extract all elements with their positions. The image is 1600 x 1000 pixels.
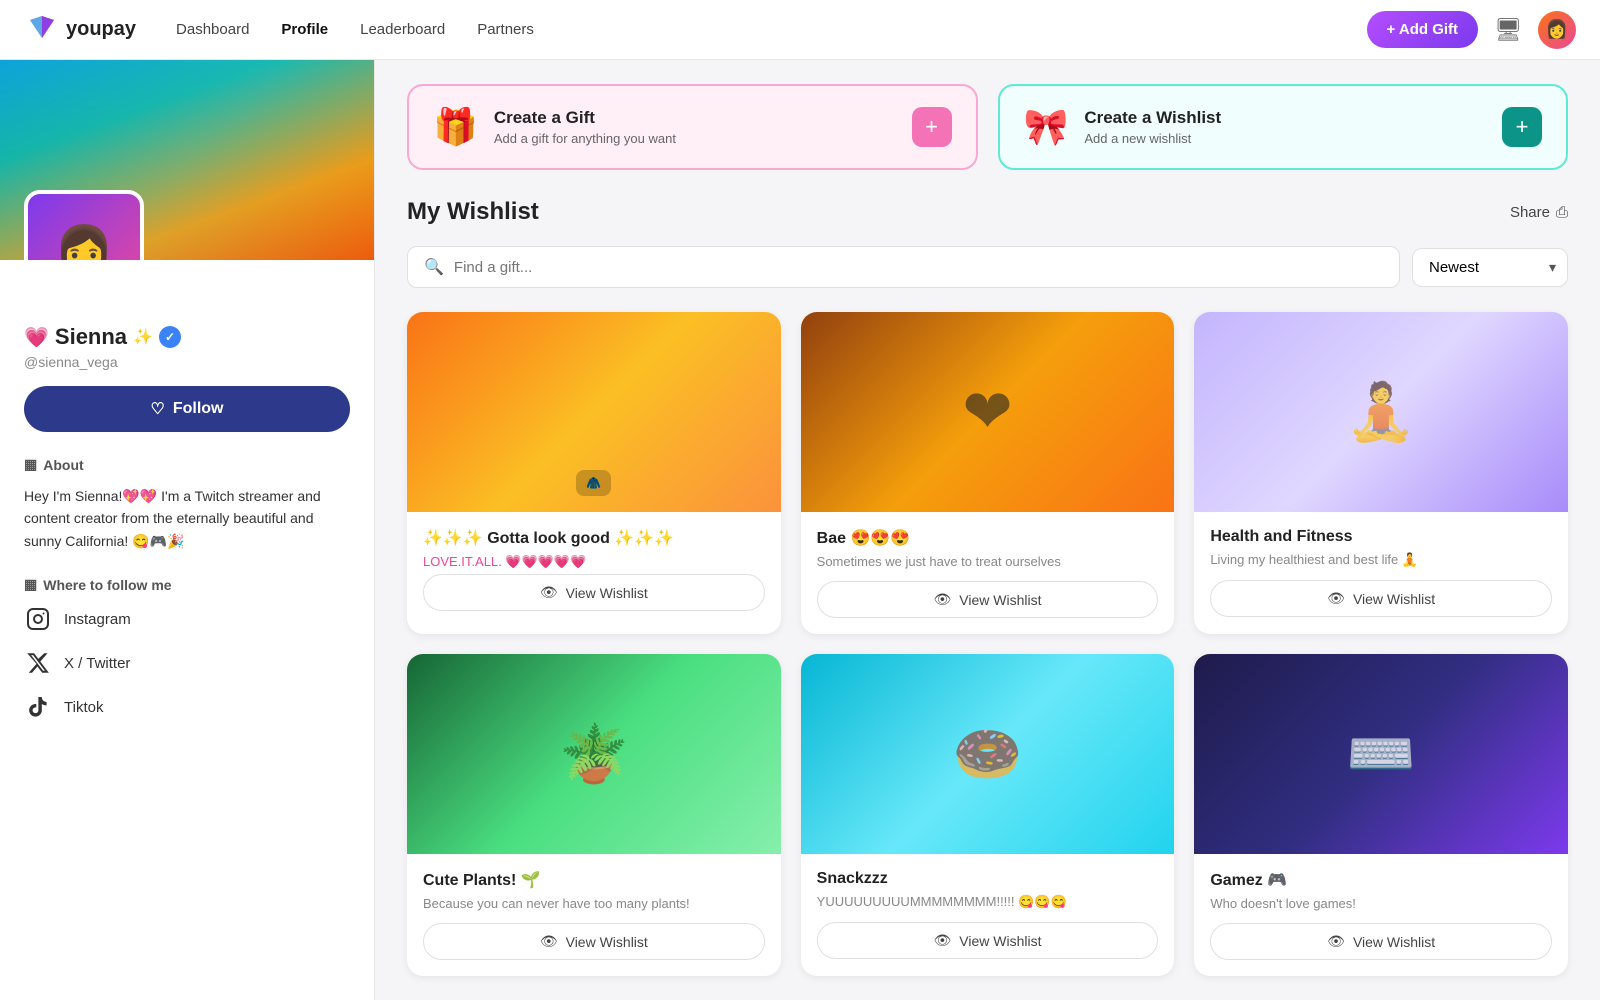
card-body: Bae 😍😍😍 Sometimes we just have to treat … bbox=[801, 512, 1175, 634]
search-icon: 🔍 bbox=[424, 257, 444, 277]
card-title: Cute Plants! 🌱 bbox=[423, 870, 765, 890]
share-button[interactable]: Share ⎙ bbox=[1510, 204, 1568, 221]
social-instagram[interactable]: Instagram bbox=[24, 605, 350, 633]
wishlist-header: My Wishlist Share ⎙ bbox=[407, 198, 1568, 226]
wishlist-title: My Wishlist bbox=[407, 198, 539, 226]
card-image-plants: 🪴 bbox=[407, 654, 781, 854]
sparkle-icon: ✨ bbox=[133, 327, 153, 347]
nav-profile[interactable]: Profile bbox=[281, 21, 328, 38]
create-gift-button[interactable]: + bbox=[912, 107, 952, 147]
about-text: Hey I'm Sienna!💖💖 I'm a Twitch streamer … bbox=[24, 485, 350, 552]
social-list: Instagram X / Twitter bbox=[24, 605, 350, 721]
nav-dashboard[interactable]: Dashboard bbox=[176, 21, 249, 38]
create-wishlist-text: Create a Wishlist Add a new wishlist bbox=[1084, 108, 1221, 146]
sidebar: 👩 ⊞ 💗 Sienna ✨ ✓ @sienna_vega ♡ Follow ▦… bbox=[0, 60, 375, 1000]
card-title: ✨✨✨ Gotta look good ✨✨✨ bbox=[423, 528, 765, 548]
card-desc: Sometimes we just have to treat ourselve… bbox=[817, 554, 1159, 569]
eye-icon: 👁 bbox=[540, 584, 558, 601]
logo[interactable]: youpay bbox=[24, 12, 136, 48]
card-desc: Living my healthiest and best life 🧘 bbox=[1210, 552, 1552, 568]
main-content: 🎁 Create a Gift Add a gift for anything … bbox=[375, 60, 1600, 1000]
card-subtitle: LOVE.IT.ALL. 💗💗💗💗💗 bbox=[423, 554, 765, 570]
about-label: ▦ About bbox=[24, 456, 350, 473]
share-icon: ⎙ bbox=[1556, 204, 1568, 221]
social-twitter[interactable]: X / Twitter bbox=[24, 649, 350, 677]
view-wishlist-button[interactable]: 👁 View Wishlist bbox=[817, 922, 1159, 959]
avatar[interactable]: 👩 bbox=[1538, 11, 1576, 49]
list-item: 🧥 ✨✨✨ Gotta look good ✨✨✨ LOVE.IT.ALL. 💗… bbox=[407, 312, 781, 634]
card-desc: Who doesn't love games! bbox=[1210, 896, 1552, 911]
nav-right: + Add Gift 🖥 👩 bbox=[1367, 11, 1576, 49]
nav-links: Dashboard Profile Leaderboard Partners bbox=[176, 21, 534, 38]
card-title: Bae 😍😍😍 bbox=[817, 528, 1159, 548]
view-wishlist-button[interactable]: 👁 View Wishlist bbox=[1210, 580, 1552, 617]
user-handle: @sienna_vega bbox=[24, 354, 350, 370]
card-desc: YUUUUUUUUUMMMMMMMM!!!!! 😋😋😋 bbox=[817, 894, 1159, 910]
eye-icon: 👁 bbox=[1327, 933, 1345, 950]
gift-icon: 🎁 bbox=[433, 106, 478, 148]
nav-leaderboard[interactable]: Leaderboard bbox=[360, 21, 445, 38]
card-title: Health and Fitness bbox=[1210, 528, 1552, 546]
create-gift-text: Create a Gift Add a gift for anything yo… bbox=[494, 108, 676, 146]
card-body: Health and Fitness Living my healthiest … bbox=[1194, 512, 1568, 633]
card-title: Snackzzz bbox=[817, 870, 1159, 888]
view-wishlist-button[interactable]: 👁 View Wishlist bbox=[423, 574, 765, 611]
list-item: 🪴 Cute Plants! 🌱 Because you can never h… bbox=[407, 654, 781, 976]
create-wishlist-card[interactable]: 🎀 Create a Wishlist Add a new wishlist + bbox=[998, 84, 1569, 170]
eye-icon: 👁 bbox=[934, 591, 952, 608]
nav-partners[interactable]: Partners bbox=[477, 21, 534, 38]
card-body: Gamez 🎮 Who doesn't love games! 👁 View W… bbox=[1194, 854, 1568, 976]
search-box: 🔍 bbox=[407, 246, 1400, 288]
card-image-gotta-look-good: 🧥 bbox=[407, 312, 781, 512]
instagram-icon bbox=[24, 605, 52, 633]
bars-icon-2: ▦ bbox=[24, 576, 37, 593]
view-wishlist-button[interactable]: 👁 View Wishlist bbox=[1210, 923, 1552, 960]
social-tiktok[interactable]: Tiktok bbox=[24, 693, 350, 721]
view-wishlist-button[interactable]: 👁 View Wishlist bbox=[817, 581, 1159, 618]
follow-button[interactable]: ♡ Follow bbox=[24, 386, 350, 432]
logo-text: youpay bbox=[66, 18, 136, 41]
sidebar-info: 💗 Sienna ✨ ✓ @sienna_vega ♡ Follow ▦ Abo… bbox=[0, 260, 374, 761]
eye-icon: 👁 bbox=[540, 933, 558, 950]
cover-image: 👩 ⊞ bbox=[0, 60, 374, 260]
sort-select[interactable]: Newest Oldest Price: Low-High Price: Hig… bbox=[1412, 248, 1568, 287]
eye-icon: 👁 bbox=[934, 932, 952, 949]
action-cards: 🎁 Create a Gift Add a gift for anything … bbox=[407, 84, 1568, 170]
navbar: youpay Dashboard Profile Leaderboard Par… bbox=[0, 0, 1600, 60]
card-body: Cute Plants! 🌱 Because you can never hav… bbox=[407, 854, 781, 976]
create-gift-card[interactable]: 🎁 Create a Gift Add a gift for anything … bbox=[407, 84, 978, 170]
add-gift-button[interactable]: + Add Gift bbox=[1367, 11, 1479, 48]
card-body: ✨✨✨ Gotta look good ✨✨✨ LOVE.IT.ALL. 💗💗💗… bbox=[407, 512, 781, 627]
monitor-icon[interactable]: 🖥 bbox=[1494, 17, 1522, 43]
card-title: Gamez 🎮 bbox=[1210, 870, 1552, 890]
sort-wrapper: Newest Oldest Price: Low-High Price: Hig… bbox=[1412, 246, 1568, 288]
x-twitter-icon bbox=[24, 649, 52, 677]
wishlist-icon: 🎀 bbox=[1024, 106, 1069, 148]
card-image-health: 🧘 bbox=[1194, 312, 1568, 512]
user-name: 💗 Sienna ✨ ✓ bbox=[24, 324, 350, 350]
list-item: 🧘 Health and Fitness Living my healthies… bbox=[1194, 312, 1568, 634]
search-sort: 🔍 Newest Oldest Price: Low-High Price: H… bbox=[407, 246, 1568, 288]
create-wishlist-button[interactable]: + bbox=[1502, 107, 1542, 147]
card-image-bae: ❤ bbox=[801, 312, 1175, 512]
bars-icon: ▦ bbox=[24, 456, 37, 473]
card-body: Snackzzz YUUUUUUUUUMMMMMMMM!!!!! 😋😋😋 👁 V… bbox=[801, 854, 1175, 975]
where-label: ▦ Where to follow me bbox=[24, 576, 350, 593]
card-image-games: ⌨️ bbox=[1194, 654, 1568, 854]
profile-picture: 👩 ⊞ bbox=[24, 190, 144, 260]
heart-icon: 💗 bbox=[24, 325, 49, 350]
eye-icon: 👁 bbox=[1327, 590, 1345, 607]
heart-follow-icon: ♡ bbox=[151, 399, 165, 419]
tiktok-icon bbox=[24, 693, 52, 721]
view-wishlist-button[interactable]: 👁 View Wishlist bbox=[423, 923, 765, 960]
card-image-snacks: 🍩 bbox=[801, 654, 1175, 854]
list-item: 🍩 Snackzzz YUUUUUUUUUMMMMMMMM!!!!! 😋😋😋 👁… bbox=[801, 654, 1175, 976]
search-input[interactable] bbox=[454, 259, 1383, 276]
list-item: ❤ Bae 😍😍😍 Sometimes we just have to trea… bbox=[801, 312, 1175, 634]
list-item: ⌨️ Gamez 🎮 Who doesn't love games! 👁 Vie… bbox=[1194, 654, 1568, 976]
wishlist-grid: 🧥 ✨✨✨ Gotta look good ✨✨✨ LOVE.IT.ALL. 💗… bbox=[407, 312, 1568, 976]
main-layout: 👩 ⊞ 💗 Sienna ✨ ✓ @sienna_vega ♡ Follow ▦… bbox=[0, 60, 1600, 1000]
card-desc: Because you can never have too many plan… bbox=[423, 896, 765, 911]
verified-badge: ✓ bbox=[159, 326, 181, 348]
